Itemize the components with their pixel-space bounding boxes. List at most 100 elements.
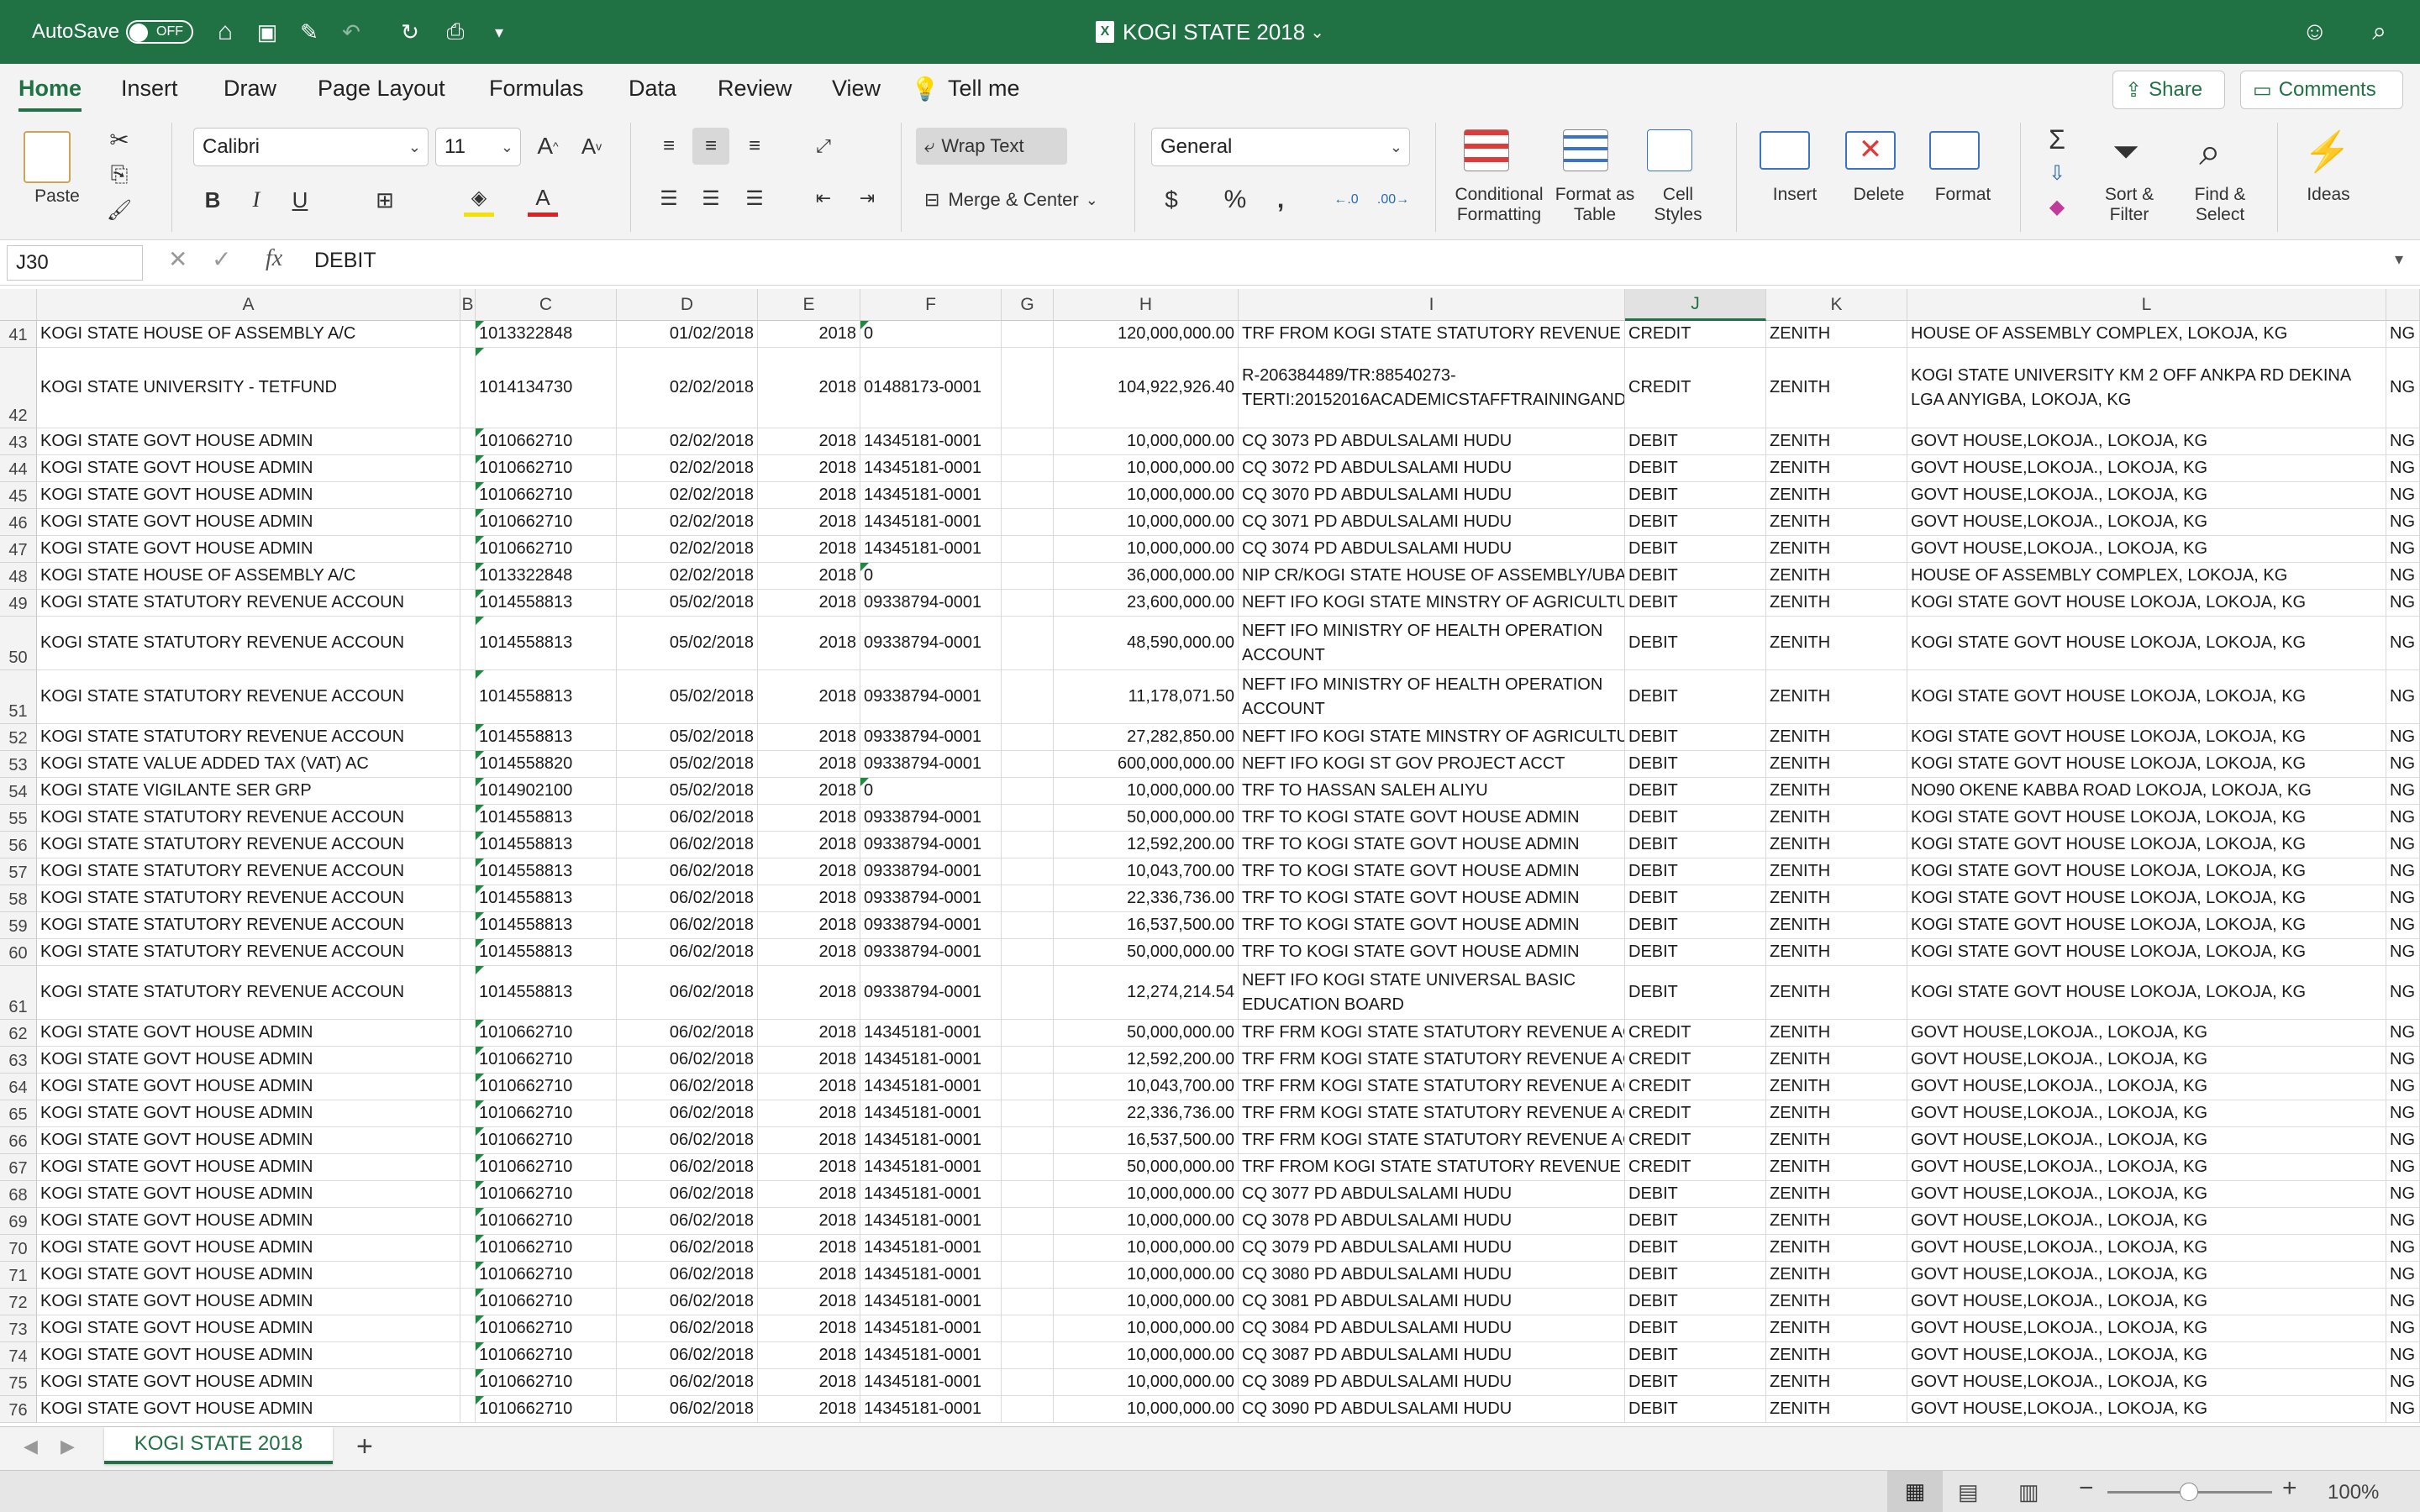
cell-l[interactable]: HOUSE OF ASSEMBLY COMPLEX, LOKOJA, KG bbox=[1907, 563, 2386, 590]
align-right-icon[interactable]: ☰ bbox=[738, 181, 771, 215]
cell-l[interactable]: KOGI STATE GOVT HOUSE LOKOJA, LOKOJA, KG bbox=[1907, 939, 2386, 966]
insert-cells-icon[interactable] bbox=[1760, 131, 1810, 170]
cell-e[interactable]: 2018 bbox=[758, 1047, 860, 1074]
cell-k[interactable]: ZENITH bbox=[1766, 1074, 1907, 1100]
cell-i[interactable]: NEFT IFO KOGI STATE MINSTRY OF AGRICULTU… bbox=[1239, 590, 1625, 617]
cell-d[interactable]: 02/02/2018 bbox=[617, 536, 758, 563]
row-header[interactable]: 67 bbox=[0, 1154, 37, 1181]
cell-h[interactable]: 12,592,200.00 bbox=[1054, 1047, 1239, 1074]
cell-m[interactable]: NG bbox=[2386, 1396, 2420, 1423]
cell-e[interactable]: 2018 bbox=[758, 1289, 860, 1315]
cell-m[interactable]: NG bbox=[2386, 617, 2420, 670]
cell-k[interactable]: ZENITH bbox=[1766, 617, 1907, 670]
cell-i[interactable]: TRF TO HASSAN SALEH ALIYU bbox=[1239, 778, 1625, 805]
increase-decimal-icon[interactable]: ←.0 bbox=[1328, 183, 1365, 217]
cell-e[interactable]: 2018 bbox=[758, 724, 860, 751]
cell-b[interactable] bbox=[460, 1074, 476, 1100]
cell-i[interactable]: NEFT IFO KOGI STATE UNIVERSAL BASIC EDUC… bbox=[1239, 966, 1625, 1020]
cell-m[interactable]: NG bbox=[2386, 1020, 2420, 1047]
cell-b[interactable] bbox=[460, 778, 476, 805]
cell-c[interactable]: 1010662710 bbox=[476, 536, 617, 563]
cell-m[interactable]: NG bbox=[2386, 778, 2420, 805]
cell-f[interactable]: 14345181-0001 bbox=[860, 1154, 1002, 1181]
cell-k[interactable]: ZENITH bbox=[1766, 1289, 1907, 1315]
cell-d[interactable]: 06/02/2018 bbox=[617, 832, 758, 858]
row-header[interactable]: 70 bbox=[0, 1235, 37, 1262]
font-name-select[interactable]: Calibri ⌄ bbox=[193, 128, 429, 166]
cell-d[interactable]: 06/02/2018 bbox=[617, 939, 758, 966]
column-header-b[interactable]: B bbox=[460, 289, 476, 321]
cell-a[interactable]: KOGI STATE STATUTORY REVENUE ACCOUN bbox=[37, 832, 460, 858]
cell-k[interactable]: ZENITH bbox=[1766, 1208, 1907, 1235]
cell-a[interactable]: KOGI STATE UNIVERSITY - TETFUND bbox=[37, 348, 460, 428]
cell-h[interactable]: 10,000,000.00 bbox=[1054, 1396, 1239, 1423]
cell-i[interactable]: TRF FRM KOGI STATE STATUTORY REVENUE ACC bbox=[1239, 1127, 1625, 1154]
cell-c[interactable]: 1014902100 bbox=[476, 778, 617, 805]
cell-k[interactable]: ZENITH bbox=[1766, 1262, 1907, 1289]
cell-b[interactable] bbox=[460, 939, 476, 966]
cell-b[interactable] bbox=[460, 1020, 476, 1047]
cell-l[interactable]: KOGI STATE GOVT HOUSE LOKOJA, LOKOJA, KG bbox=[1907, 885, 2386, 912]
cell-f[interactable]: 09338794-0001 bbox=[860, 751, 1002, 778]
cell-f[interactable]: 09338794-0001 bbox=[860, 939, 1002, 966]
cell-f[interactable]: 14345181-0001 bbox=[860, 536, 1002, 563]
cell-i[interactable]: CQ 3079 PD ABDULSALAMI HUDU bbox=[1239, 1235, 1625, 1262]
cell-g[interactable] bbox=[1002, 1262, 1054, 1289]
cell-i[interactable]: CQ 3072 PD ABDULSALAMI HUDU bbox=[1239, 455, 1625, 482]
orientation-icon[interactable]: ⤢ bbox=[807, 129, 840, 163]
cell-i[interactable]: TRF FRM KOGI STATE STATUTORY REVENUE AC bbox=[1239, 1074, 1625, 1100]
cell-d[interactable]: 06/02/2018 bbox=[617, 1154, 758, 1181]
cell-l[interactable]: KOGI STATE GOVT HOUSE LOKOJA, LOKOJA, KG bbox=[1907, 858, 2386, 885]
cell-l[interactable]: GOVT HOUSE,LOKOJA., LOKOJA, KG bbox=[1907, 1154, 2386, 1181]
cell-g[interactable] bbox=[1002, 1369, 1054, 1396]
row-header[interactable]: 59 bbox=[0, 912, 37, 939]
cell-g[interactable] bbox=[1002, 1208, 1054, 1235]
cell-c[interactable]: 1010662710 bbox=[476, 1020, 617, 1047]
cell-l[interactable]: KOGI STATE GOVT HOUSE LOKOJA, LOKOJA, KG bbox=[1907, 670, 2386, 724]
tell-me-search[interactable]: Tell me bbox=[948, 76, 1020, 102]
cell-l[interactable]: GOVT HOUSE,LOKOJA., LOKOJA, KG bbox=[1907, 455, 2386, 482]
add-sheet-icon[interactable]: + bbox=[356, 1431, 373, 1463]
cell-h[interactable]: 27,282,850.00 bbox=[1054, 724, 1239, 751]
cell-f[interactable]: 14345181-0001 bbox=[860, 1020, 1002, 1047]
cell-b[interactable] bbox=[460, 536, 476, 563]
cell-m[interactable]: NG bbox=[2386, 1289, 2420, 1315]
cell-b[interactable] bbox=[460, 724, 476, 751]
cell-b[interactable] bbox=[460, 885, 476, 912]
find-select-icon[interactable]: ⌕ bbox=[2185, 128, 2235, 176]
row-header[interactable]: 69 bbox=[0, 1208, 37, 1235]
cell-j[interactable]: DEBIT bbox=[1625, 778, 1766, 805]
cell-e[interactable]: 2018 bbox=[758, 778, 860, 805]
expand-formula-icon[interactable]: ▾ bbox=[2395, 249, 2403, 270]
cell-a[interactable]: KOGI STATE STATUTORY REVENUE ACCOUN bbox=[37, 912, 460, 939]
cell-h[interactable]: 104,922,926.40 bbox=[1054, 348, 1239, 428]
cell-c[interactable]: 1014558813 bbox=[476, 832, 617, 858]
cell-j[interactable]: CREDIT bbox=[1625, 1100, 1766, 1127]
cell-i[interactable]: CQ 3078 PD ABDULSALAMI HUDU bbox=[1239, 1208, 1625, 1235]
cell-l[interactable]: GOVT HOUSE,LOKOJA., LOKOJA, KG bbox=[1907, 1181, 2386, 1208]
cell-l[interactable]: HOUSE OF ASSEMBLY COMPLEX, LOKOJA, KG bbox=[1907, 321, 2386, 348]
cell-h[interactable]: 10,000,000.00 bbox=[1054, 778, 1239, 805]
cell-j[interactable]: DEBIT bbox=[1625, 1369, 1766, 1396]
cell-h[interactable]: 10,000,000.00 bbox=[1054, 1369, 1239, 1396]
cell-d[interactable]: 02/02/2018 bbox=[617, 482, 758, 509]
cell-h[interactable]: 12,274,214.54 bbox=[1054, 966, 1239, 1020]
cell-a[interactable]: KOGI STATE GOVT HOUSE ADMIN bbox=[37, 1020, 460, 1047]
cell-f[interactable]: 09338794-0001 bbox=[860, 590, 1002, 617]
cell-d[interactable]: 06/02/2018 bbox=[617, 1396, 758, 1423]
cell-k[interactable]: ZENITH bbox=[1766, 563, 1907, 590]
cell-e[interactable]: 2018 bbox=[758, 751, 860, 778]
cell-d[interactable]: 06/02/2018 bbox=[617, 1369, 758, 1396]
cell-e[interactable]: 2018 bbox=[758, 1100, 860, 1127]
cell-f[interactable]: 09338794-0001 bbox=[860, 832, 1002, 858]
cell-k[interactable]: ZENITH bbox=[1766, 1396, 1907, 1423]
row-header[interactable]: 48 bbox=[0, 563, 37, 590]
cell-g[interactable] bbox=[1002, 482, 1054, 509]
cell-b[interactable] bbox=[460, 912, 476, 939]
cell-g[interactable] bbox=[1002, 1074, 1054, 1100]
cell-e[interactable]: 2018 bbox=[758, 563, 860, 590]
cell-j[interactable]: DEBIT bbox=[1625, 1396, 1766, 1423]
cell-m[interactable]: NG bbox=[2386, 751, 2420, 778]
align-left-icon[interactable]: ☰ bbox=[652, 181, 686, 215]
cell-a[interactable]: KOGI STATE GOVT HOUSE ADMIN bbox=[37, 1315, 460, 1342]
